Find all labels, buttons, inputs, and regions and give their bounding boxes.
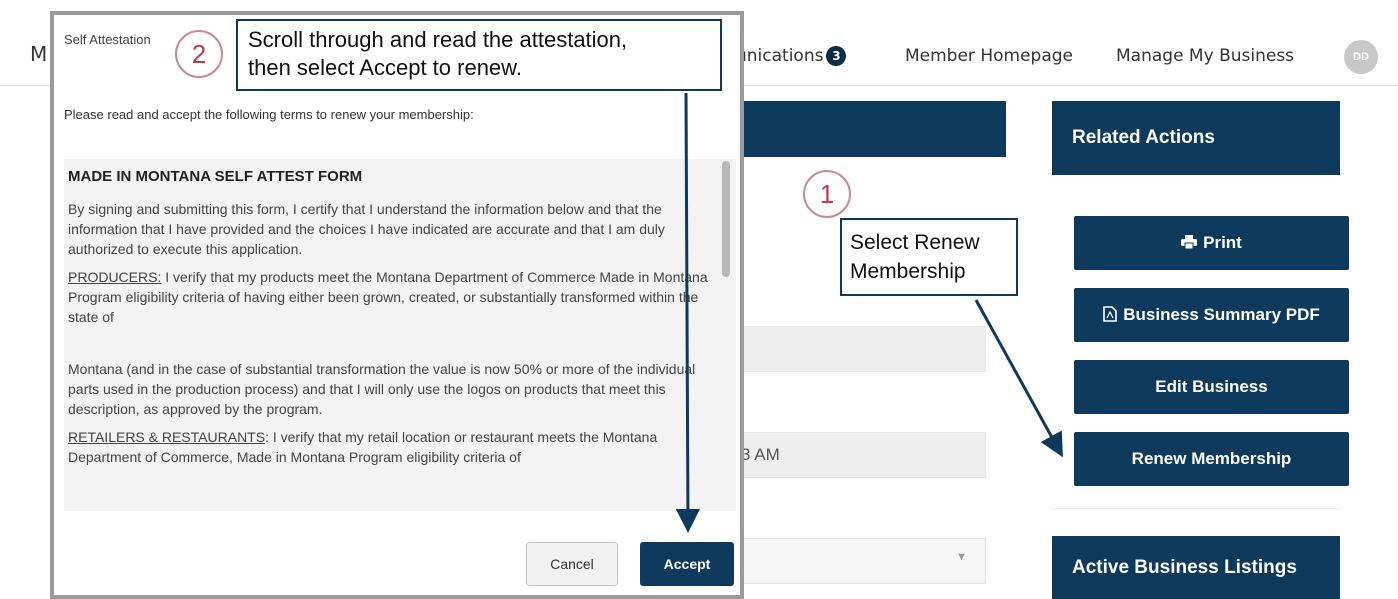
dialog-title: Self Attestation <box>64 32 151 47</box>
nav-member-homepage[interactable]: Member Homepage <box>905 46 1073 66</box>
notification-badge: 3 <box>826 46 847 66</box>
active-business-listings-header: Active Business Listings <box>1052 536 1340 599</box>
pdf-button-label: Business Summary PDF <box>1123 305 1320 324</box>
accept-button[interactable]: Accept <box>640 542 734 586</box>
background-field-value: 3 AM <box>741 445 780 464</box>
step-2-line-2: then select Accept to renew. <box>248 55 522 80</box>
cancel-button[interactable]: Cancel <box>526 542 618 586</box>
attestation-scroll-area[interactable]: MADE IN MONTANA SELF ATTEST FORM By sign… <box>64 159 736 511</box>
nav-partial-item[interactable]: M <box>30 42 47 66</box>
attestation-retailers: RETAILERS & RESTAURANTS: I verify that m… <box>68 427 710 467</box>
edit-business-button[interactable]: Edit Business <box>1074 360 1349 414</box>
avatar[interactable]: DD <box>1344 40 1378 74</box>
nav-communications[interactable]: unications 3 <box>736 46 847 66</box>
attestation-producers: PRODUCERS: I verify that my products mee… <box>68 267 710 327</box>
attestation-paragraph: By signing and submitting this form, I c… <box>68 201 665 257</box>
step-2-callout: Scroll through and read the attestation,… <box>236 19 722 91</box>
main-section-header <box>740 101 1006 157</box>
scrollbar-thumb[interactable] <box>722 161 730 277</box>
pdf-file-icon <box>1103 288 1118 342</box>
background-select: ▼ <box>740 538 986 584</box>
caret-down-icon: ▼ <box>956 551 967 563</box>
step-1-arrow <box>974 299 1063 458</box>
renew-membership-button[interactable]: Renew Membership <box>1074 432 1349 486</box>
self-attestation-dialog: Self Attestation Please read and accept … <box>50 11 744 599</box>
producers-label: PRODUCERS: <box>68 269 162 285</box>
print-button-label: Print <box>1203 233 1242 252</box>
dialog-intro: Please read and accept the following ter… <box>64 107 474 122</box>
nav-communications-label: unications <box>736 46 824 66</box>
retailers-label: RETAILERS & RESTAURANTS <box>68 429 266 445</box>
attestation-heading: MADE IN MONTANA SELF ATTEST FORM <box>68 168 363 185</box>
step-1-callout: Select Renew Membership <box>840 218 1018 296</box>
step-1-marker: 1 <box>803 170 851 218</box>
attestation-paragraph: Montana (and in the case of substantial … <box>68 361 696 417</box>
related-actions-header: Related Actions <box>1052 101 1340 175</box>
nav-manage-my-business[interactable]: Manage My Business <box>1116 46 1294 66</box>
business-summary-pdf-button[interactable]: Business Summary PDF <box>1074 288 1349 342</box>
step-2-line-1: Scroll through and read the attestation, <box>248 27 628 52</box>
step-2-marker: 2 <box>175 30 223 78</box>
producers-text: I verify that my products meet the Monta… <box>68 269 708 325</box>
attestation-text: MADE IN MONTANA SELF ATTEST FORM By sign… <box>64 159 736 467</box>
background-field <box>740 326 986 372</box>
printer-icon <box>1181 216 1198 270</box>
background-field-time: 3 AM <box>740 432 986 478</box>
print-button[interactable]: Print <box>1074 216 1349 270</box>
